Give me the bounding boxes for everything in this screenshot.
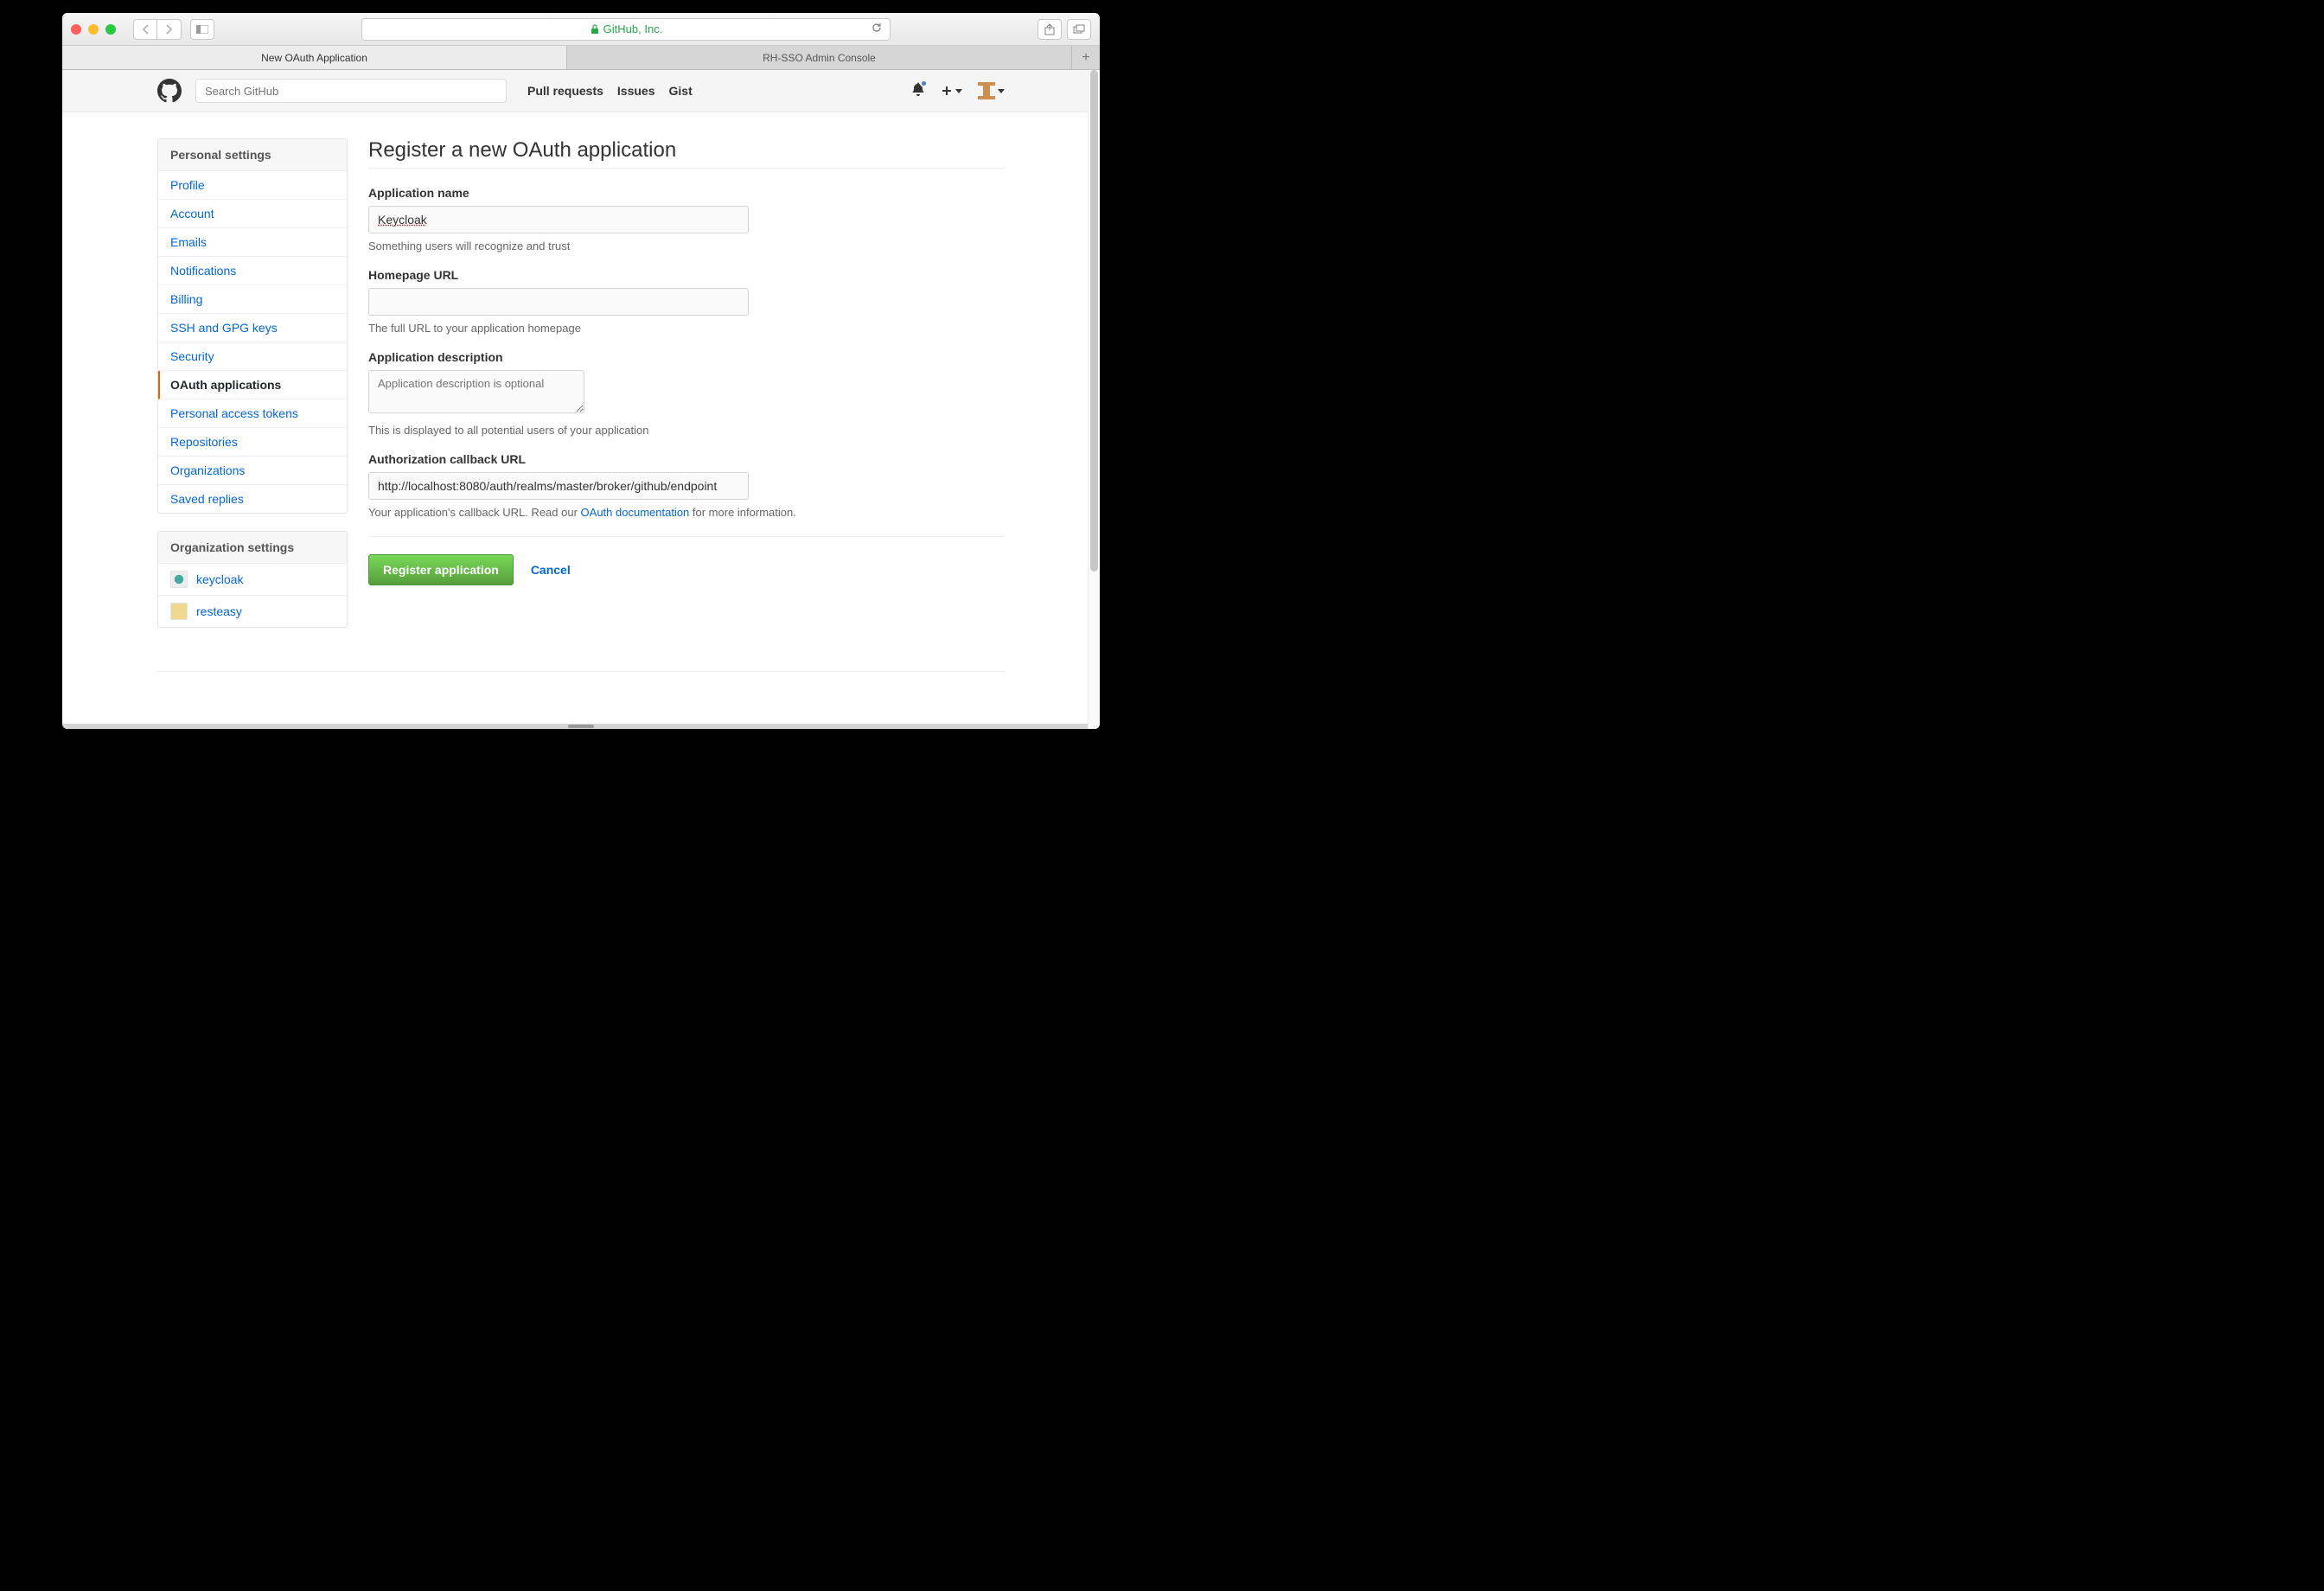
- sidebar-item-profile[interactable]: Profile: [158, 171, 347, 200]
- field-app-name: Application name Something users will re…: [368, 186, 1005, 252]
- header-nav: Pull requests Issues Gist: [527, 84, 693, 98]
- sidebar-item-notifications[interactable]: Notifications: [158, 257, 347, 285]
- sidebar-item-billing[interactable]: Billing: [158, 285, 347, 314]
- titlebar: GitHub, Inc.: [62, 13, 1100, 46]
- org-name: keycloak: [196, 572, 243, 586]
- window-resize-handle[interactable]: [62, 724, 1100, 729]
- org-item-keycloak[interactable]: keycloak: [158, 564, 347, 596]
- app-name-input[interactable]: [368, 206, 749, 233]
- new-menu-button[interactable]: [941, 85, 962, 97]
- cancel-button[interactable]: Cancel: [531, 563, 571, 577]
- org-avatar-icon: [170, 603, 188, 620]
- notification-indicator: [920, 80, 928, 87]
- main-content: Register a new OAuth application Applica…: [368, 138, 1005, 645]
- scrollbar-thumb[interactable]: [1090, 70, 1098, 572]
- tab-bar: New OAuth Application RH-SSO Admin Conso…: [62, 46, 1100, 70]
- notifications-button[interactable]: [911, 82, 925, 100]
- menu-header: Organization settings: [158, 532, 347, 564]
- sidebar-item-tokens[interactable]: Personal access tokens: [158, 399, 347, 428]
- url-label: GitHub, Inc.: [603, 22, 663, 35]
- forward-button[interactable]: [157, 19, 182, 40]
- chevron-down-icon: [998, 89, 1005, 93]
- desc-textarea[interactable]: [368, 370, 584, 413]
- scrollbar[interactable]: [1088, 70, 1100, 729]
- desc-note: This is displayed to all potential users…: [368, 424, 1005, 437]
- org-settings-menu: Organization settings keycloak resteasy: [157, 531, 348, 628]
- reload-icon[interactable]: [871, 22, 883, 36]
- window-controls: [71, 24, 116, 35]
- share-button[interactable]: [1038, 19, 1062, 40]
- sidebar-item-repositories[interactable]: Repositories: [158, 428, 347, 457]
- footer-divider: [157, 671, 1005, 672]
- maximize-window-button[interactable]: [105, 24, 116, 35]
- back-button[interactable]: [133, 19, 157, 40]
- tabs-button[interactable]: [1067, 19, 1091, 40]
- org-name: resteasy: [196, 604, 242, 618]
- callback-input[interactable]: [368, 472, 749, 500]
- new-tab-button[interactable]: +: [1072, 46, 1100, 69]
- avatar: [978, 82, 995, 99]
- settings-sidebar: Personal settings Profile Account Emails…: [157, 138, 348, 645]
- field-callback: Authorization callback URL Your applicat…: [368, 452, 1005, 519]
- field-description: Application description This is displaye…: [368, 350, 1005, 437]
- sidebar-toggle-button[interactable]: [190, 19, 214, 40]
- sidebar-item-saved-replies[interactable]: Saved replies: [158, 485, 347, 513]
- search-input[interactable]: [195, 79, 507, 103]
- browser-window: GitHub, Inc. New OAuth Application RH-SS…: [62, 13, 1100, 729]
- homepage-label: Homepage URL: [368, 268, 1005, 282]
- oauth-docs-link[interactable]: OAuth documentation: [581, 506, 690, 519]
- homepage-note: The full URL to your application homepag…: [368, 322, 1005, 335]
- menu-header: Personal settings: [158, 139, 347, 171]
- page-body: Personal settings Profile Account Emails…: [62, 112, 1100, 724]
- tab-label: RH-SSO Admin Console: [763, 52, 876, 64]
- form-actions: Register application Cancel: [368, 554, 1005, 585]
- callback-note: Your application's callback URL. Read ou…: [368, 506, 1005, 519]
- page-title: Register a new OAuth application: [368, 138, 1005, 163]
- homepage-input[interactable]: [368, 288, 749, 316]
- nav-gist[interactable]: Gist: [669, 84, 693, 98]
- sidebar-item-account[interactable]: Account: [158, 200, 347, 228]
- callback-label: Authorization callback URL: [368, 452, 1005, 466]
- tab-label: New OAuth Application: [261, 52, 367, 64]
- desc-label: Application description: [368, 350, 1005, 364]
- app-name-label: Application name: [368, 186, 1005, 200]
- sidebar-item-organizations[interactable]: Organizations: [158, 457, 347, 485]
- org-item-resteasy[interactable]: resteasy: [158, 596, 347, 627]
- nav-issues[interactable]: Issues: [617, 84, 655, 98]
- nav-buttons: [133, 19, 182, 40]
- chevron-down-icon: [955, 89, 962, 93]
- sidebar-item-emails[interactable]: Emails: [158, 228, 347, 257]
- titlebar-right: [1038, 19, 1091, 40]
- app-name-note: Something users will recognize and trust: [368, 240, 1005, 252]
- sidebar-item-ssh-keys[interactable]: SSH and GPG keys: [158, 314, 347, 342]
- url-bar[interactable]: GitHub, Inc.: [361, 18, 891, 41]
- register-button[interactable]: Register application: [368, 554, 514, 585]
- divider: [368, 168, 1005, 169]
- org-avatar-icon: [170, 571, 188, 588]
- github-header: Pull requests Issues Gist: [62, 70, 1100, 112]
- tab-rhsso[interactable]: RH-SSO Admin Console: [567, 46, 1072, 69]
- tab-new-oauth[interactable]: New OAuth Application: [62, 46, 567, 69]
- nav-pull-requests[interactable]: Pull requests: [527, 84, 603, 98]
- sidebar-item-security[interactable]: Security: [158, 342, 347, 371]
- divider: [368, 536, 1005, 537]
- field-homepage: Homepage URL The full URL to your applic…: [368, 268, 1005, 335]
- close-window-button[interactable]: [71, 24, 81, 35]
- minimize-window-button[interactable]: [88, 24, 99, 35]
- user-menu-button[interactable]: [978, 82, 1005, 99]
- personal-settings-menu: Personal settings Profile Account Emails…: [157, 138, 348, 514]
- sidebar-item-oauth-apps[interactable]: OAuth applications: [158, 371, 347, 399]
- github-logo-icon[interactable]: [157, 79, 182, 103]
